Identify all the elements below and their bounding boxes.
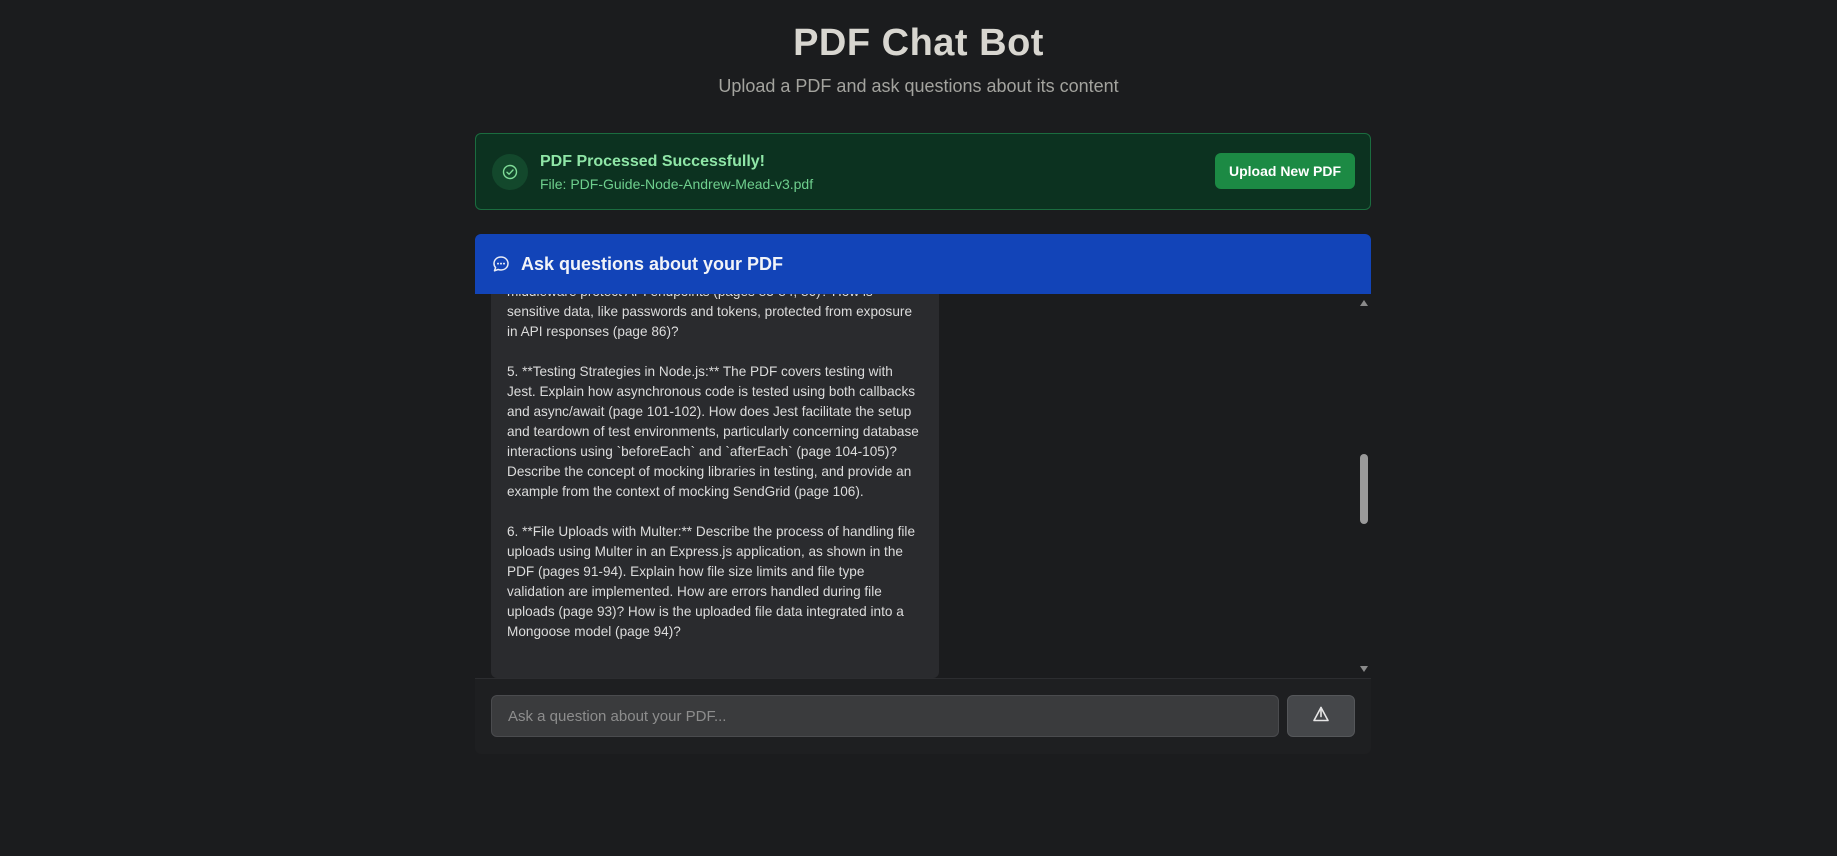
message-scrollbar[interactable]	[1357, 294, 1371, 678]
scroll-thumb[interactable]	[1360, 454, 1368, 524]
scroll-up-arrow-icon[interactable]	[1360, 300, 1368, 306]
message-paragraph: middleware protect API endpoints (pages …	[507, 294, 913, 339]
send-button[interactable]	[1287, 695, 1355, 737]
page-title: PDF Chat Bot	[793, 22, 1044, 64]
chat-title: Ask questions about your PDF	[521, 253, 784, 274]
file-name: File: PDF-Guide-Node-Andrew-Mead-v3.pdf	[540, 176, 814, 192]
check-circle-icon	[492, 154, 528, 190]
question-input[interactable]	[491, 695, 1279, 737]
message-paragraph: 6. **File Uploads with Multer:** Describ…	[507, 524, 916, 639]
bot-message: middleware protect API endpoints (pages …	[491, 294, 939, 678]
chat-header: Ask questions about your PDF	[475, 234, 1371, 294]
upload-success-banner: PDF Processed Successfully! File: PDF-Gu…	[475, 133, 1371, 210]
send-icon	[1312, 705, 1330, 728]
chat-panel: Ask questions about your PDF middleware …	[475, 234, 1371, 754]
scroll-down-arrow-icon[interactable]	[1360, 666, 1368, 672]
question-input-bar	[475, 678, 1371, 754]
chat-bubble-icon	[492, 254, 512, 274]
message-list[interactable]: middleware protect API endpoints (pages …	[475, 294, 1371, 678]
upload-new-pdf-button[interactable]: Upload New PDF	[1215, 153, 1355, 189]
page-subtitle: Upload a PDF and ask questions about its…	[718, 76, 1119, 96]
success-title: PDF Processed Successfully!	[540, 153, 765, 170]
message-paragraph: 5. **Testing Strategies in Node.js:** Th…	[507, 364, 919, 499]
